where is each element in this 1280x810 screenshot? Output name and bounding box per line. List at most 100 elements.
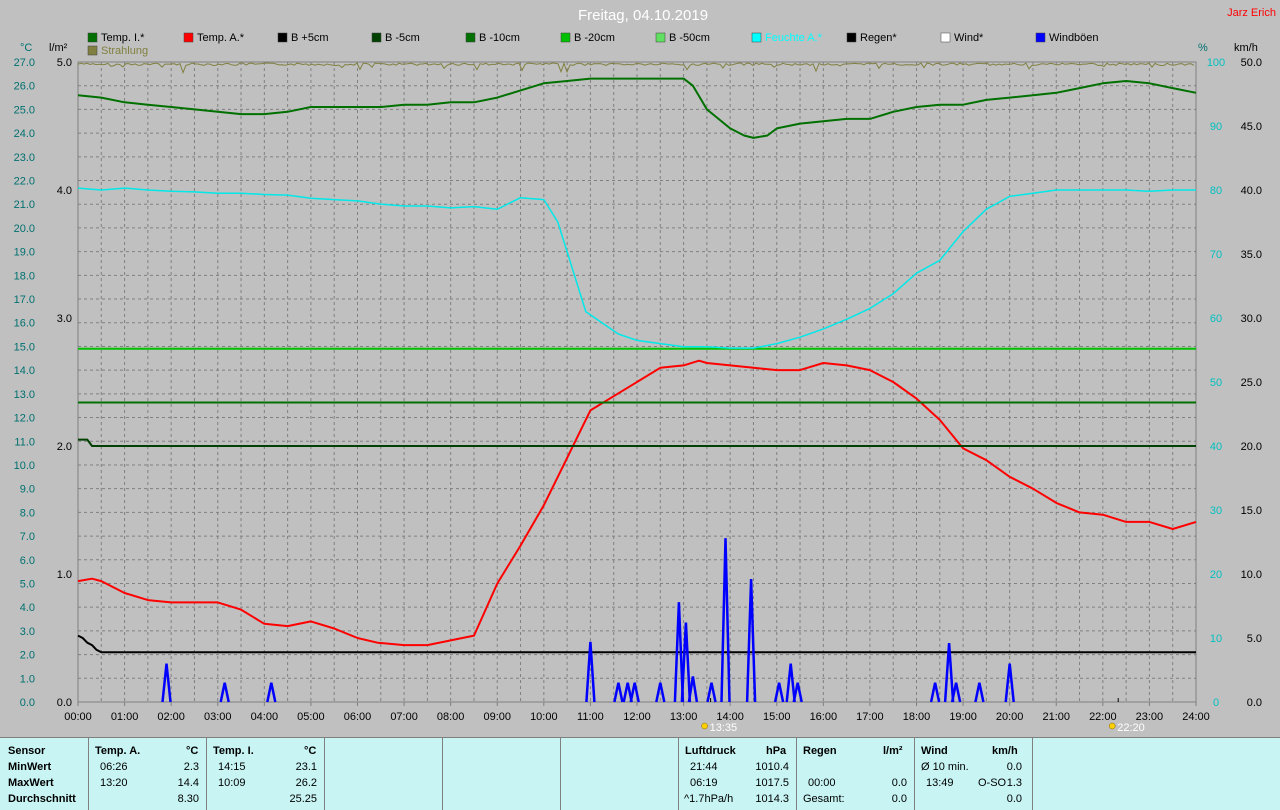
- right1-tick-label: 90: [1210, 121, 1222, 133]
- sun-icon: [701, 722, 708, 730]
- regen-total-label: Gesamt:: [803, 793, 845, 805]
- x-tick-label: 09:00: [483, 711, 511, 723]
- x-tick-label: 07:00: [390, 711, 418, 723]
- left1-tick-label: 14.0: [14, 365, 35, 377]
- right2-tick-label: 50.0: [1241, 57, 1262, 69]
- left1-tick-label: 12.0: [14, 413, 35, 425]
- wind-max-time: 13:49: [926, 777, 954, 789]
- left1-tick-label: 3.0: [20, 626, 35, 638]
- right1-tick-label: 20: [1210, 569, 1222, 581]
- right2-tick-label: 5.0: [1247, 633, 1262, 645]
- legend-label: Feuchte A.*: [765, 32, 823, 44]
- wind-avg-val: 0.0: [1006, 761, 1022, 773]
- legend-label: B -10cm: [479, 32, 520, 44]
- legend-swatch: [751, 32, 762, 43]
- right1-tick-label: 40: [1210, 441, 1222, 453]
- regen-total-val: 0.0: [891, 793, 907, 805]
- left1-tick-label: 22.0: [14, 176, 35, 188]
- x-tick-label: 21:00: [1042, 711, 1070, 723]
- x-tick-label: 08:00: [437, 711, 465, 723]
- wind-r3-val: 0.0: [1006, 793, 1022, 805]
- left1-tick-label: 18.0: [14, 270, 35, 282]
- regen-unit: l/m²: [883, 745, 903, 757]
- left1-tick-label: 6.0: [20, 555, 35, 567]
- x-tick-label: 13:00: [670, 711, 698, 723]
- weather-chart: Freitag, 04.10.2019 Jarz Erich °C l/m² %…: [0, 0, 1280, 737]
- legend-swatch: [277, 32, 288, 43]
- temp-a-unit: °C: [186, 745, 199, 757]
- right1-tick-label: 50: [1210, 377, 1222, 389]
- left1-tick-label: 9.0: [20, 484, 35, 496]
- x-tick-label: 00:00: [64, 711, 92, 723]
- temp-a-min-time: 06:26: [100, 761, 128, 773]
- right1-tick-label: 60: [1210, 313, 1222, 325]
- luftdruck-r1-time: 21:44: [690, 761, 718, 773]
- row-label-min: MinWert: [8, 761, 52, 773]
- chart-title: Freitag, 04.10.2019: [578, 7, 708, 24]
- regen-val: 0.0: [891, 777, 907, 789]
- left1-tick-label: 10.0: [14, 460, 35, 472]
- wind-avg-label: Ø 10 min.: [921, 761, 969, 773]
- left1-tick-label: 5.0: [20, 578, 35, 590]
- legend-swatch: [940, 32, 951, 43]
- temp-i-unit: °C: [304, 745, 317, 757]
- legend-swatch: [560, 32, 571, 43]
- luftdruck-header: Luftdruck: [685, 745, 736, 757]
- x-tick-label: 01:00: [111, 711, 139, 723]
- temp-i-max-val: 26.2: [295, 777, 317, 789]
- wind-unit: km/h: [992, 745, 1018, 757]
- left1-tick-label: 19.0: [14, 247, 35, 259]
- left1-tick-label: 23.0: [14, 152, 35, 164]
- right2-tick-label: 20.0: [1241, 441, 1262, 453]
- left1-tick-label: 1.0: [20, 673, 35, 685]
- right1-tick-label: 100: [1207, 57, 1225, 69]
- legend-swatch: [87, 45, 98, 56]
- sun-icon: [1108, 722, 1116, 730]
- temp-a-header: Temp. A.: [95, 745, 141, 757]
- left1-tick-label: 16.0: [14, 318, 35, 330]
- left2-tick-label: 1.0: [57, 569, 72, 581]
- x-tick-label: 19:00: [949, 711, 977, 723]
- right1-tick-label: 70: [1210, 249, 1222, 261]
- x-tick-label: 18:00: [903, 711, 931, 723]
- luftdruck-r2-val: 1017.5: [755, 777, 789, 789]
- left1-tick-label: 17.0: [14, 294, 35, 306]
- temp-a-max-val: 14.4: [177, 777, 199, 789]
- left1-tick-label: 27.0: [14, 57, 35, 69]
- left1-tick-label: 7.0: [20, 531, 35, 543]
- right2-tick-label: 40.0: [1241, 185, 1262, 197]
- x-tick-label: 10:00: [530, 711, 558, 723]
- x-tick-label: 11:00: [577, 711, 604, 723]
- x-tick-label: 16:00: [810, 711, 838, 723]
- legend-label: B -20cm: [574, 32, 615, 44]
- row-label-avg: Durchschnitt: [8, 793, 76, 805]
- legend-label: Temp. I.*: [101, 32, 145, 44]
- left1-tick-label: 11.0: [14, 436, 35, 448]
- left1-tick-label: 13.0: [14, 389, 35, 401]
- right1-tick-label: 10: [1210, 633, 1222, 645]
- luftdruck-trend: ^1.7hPa/h: [684, 793, 734, 805]
- left1-tick-label: 8.0: [20, 507, 35, 519]
- left1-tick-label: 24.0: [14, 128, 35, 140]
- legend-label: B -50cm: [669, 32, 710, 44]
- left2-tick-label: 5.0: [57, 57, 72, 69]
- right-axis-unit-kmh: km/h: [1234, 42, 1258, 54]
- luftdruck-r1-val: 1010.4: [755, 761, 789, 773]
- x-tick-label: 02:00: [157, 711, 185, 723]
- x-tick-label: 22:00: [1089, 711, 1117, 723]
- temp-i-avg: 25.25: [289, 793, 317, 805]
- legend-label: Regen*: [860, 32, 897, 44]
- temp-a-min-val: 2.3: [183, 761, 199, 773]
- wind-max-dir: O-SO: [978, 777, 1007, 789]
- x-tick-label: 05:00: [297, 711, 325, 723]
- temp-i-header: Temp. I.: [213, 745, 254, 757]
- legend-label: Windböen: [1049, 32, 1099, 44]
- legend-swatch: [465, 32, 476, 43]
- right2-tick-label: 45.0: [1241, 121, 1262, 133]
- right-axis-unit-percent: %: [1198, 42, 1208, 54]
- temp-i-min-time: 14:15: [218, 761, 246, 773]
- sensor-header: Sensor: [8, 745, 46, 757]
- right2-tick-label: 10.0: [1241, 569, 1262, 581]
- left1-tick-label: 0.0: [20, 697, 35, 709]
- right2-tick-label: 30.0: [1241, 313, 1262, 325]
